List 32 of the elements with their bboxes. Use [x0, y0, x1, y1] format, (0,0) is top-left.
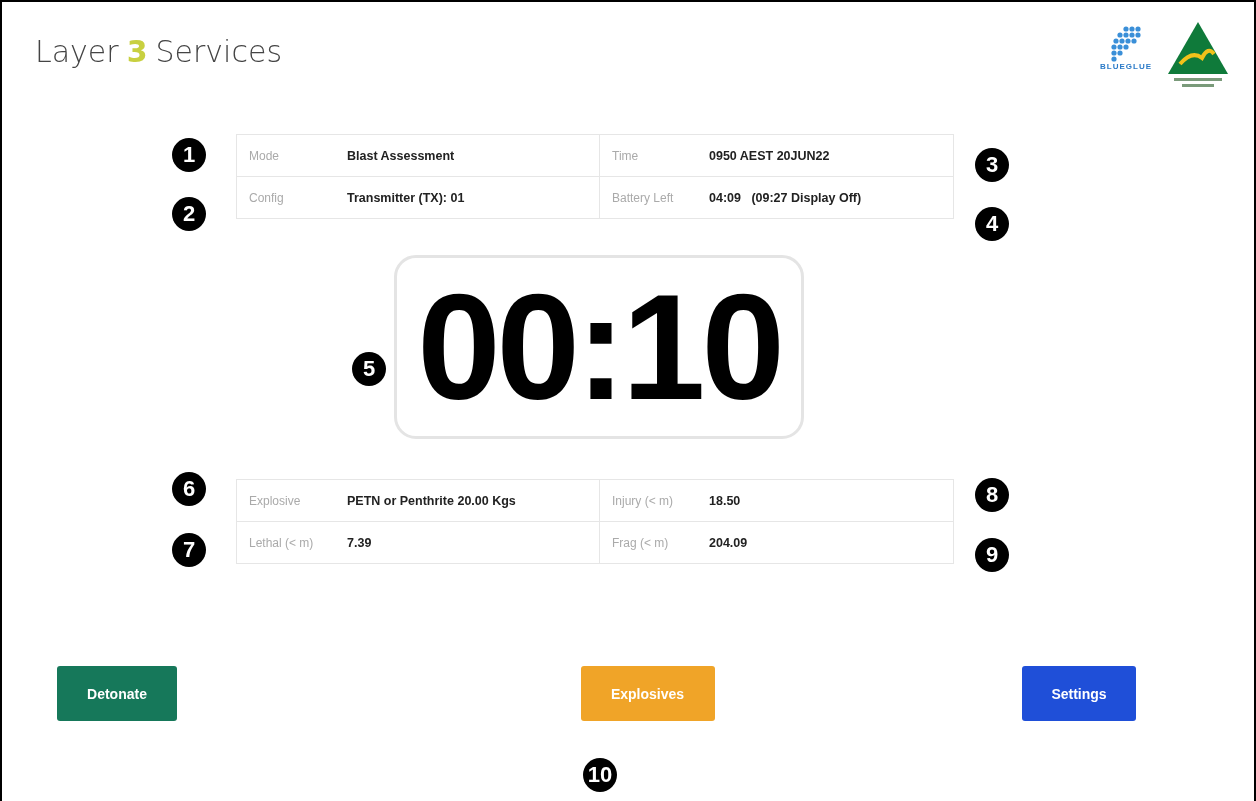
field-label: Time: [599, 135, 709, 176]
field-value: 04:09 (09:27 Display Off): [709, 190, 863, 205]
field-value: 7.39: [347, 535, 373, 550]
countdown-timer: 00:10: [394, 255, 804, 439]
callout-number: 10: [583, 758, 617, 792]
partner-logo: BLUEGLUE: [1100, 26, 1152, 71]
field-value: 0950 AEST 20JUN22: [709, 148, 831, 163]
callout-number: 6: [172, 472, 206, 506]
field-value: 18.50: [709, 493, 742, 508]
settings-button[interactable]: Settings: [1022, 666, 1136, 721]
field-label: Config: [248, 189, 285, 207]
field-value: 204.09: [709, 535, 749, 550]
field-label: Battery Left: [599, 177, 709, 218]
field-label: Frag (< m): [599, 522, 709, 563]
callout-number: 5: [352, 352, 386, 386]
callout-number: 9: [975, 538, 1009, 572]
callout-number: 3: [975, 148, 1009, 182]
callout-number: 8: [975, 478, 1009, 512]
callout-number: 4: [975, 207, 1009, 241]
field-label: Injury (< m): [599, 480, 709, 521]
detonate-button[interactable]: Detonate: [57, 666, 177, 721]
field-label: Lethal (< m): [248, 534, 315, 552]
callout-number: 7: [172, 533, 206, 567]
field-label: Explosive: [248, 492, 302, 510]
field-value: Blast Assessment: [347, 148, 456, 163]
field-value: PETN or Penthrite 20.00 Kgs: [347, 493, 517, 508]
field-label: Mode: [248, 147, 281, 165]
callout-number: 1: [172, 138, 206, 172]
brand-logo: Layer 3 Services: [35, 34, 283, 69]
field-value: Transmitter (TX): 01: [347, 190, 466, 205]
kangaroo-triangle-icon: [1166, 20, 1230, 90]
callout-number: 2: [172, 197, 206, 231]
